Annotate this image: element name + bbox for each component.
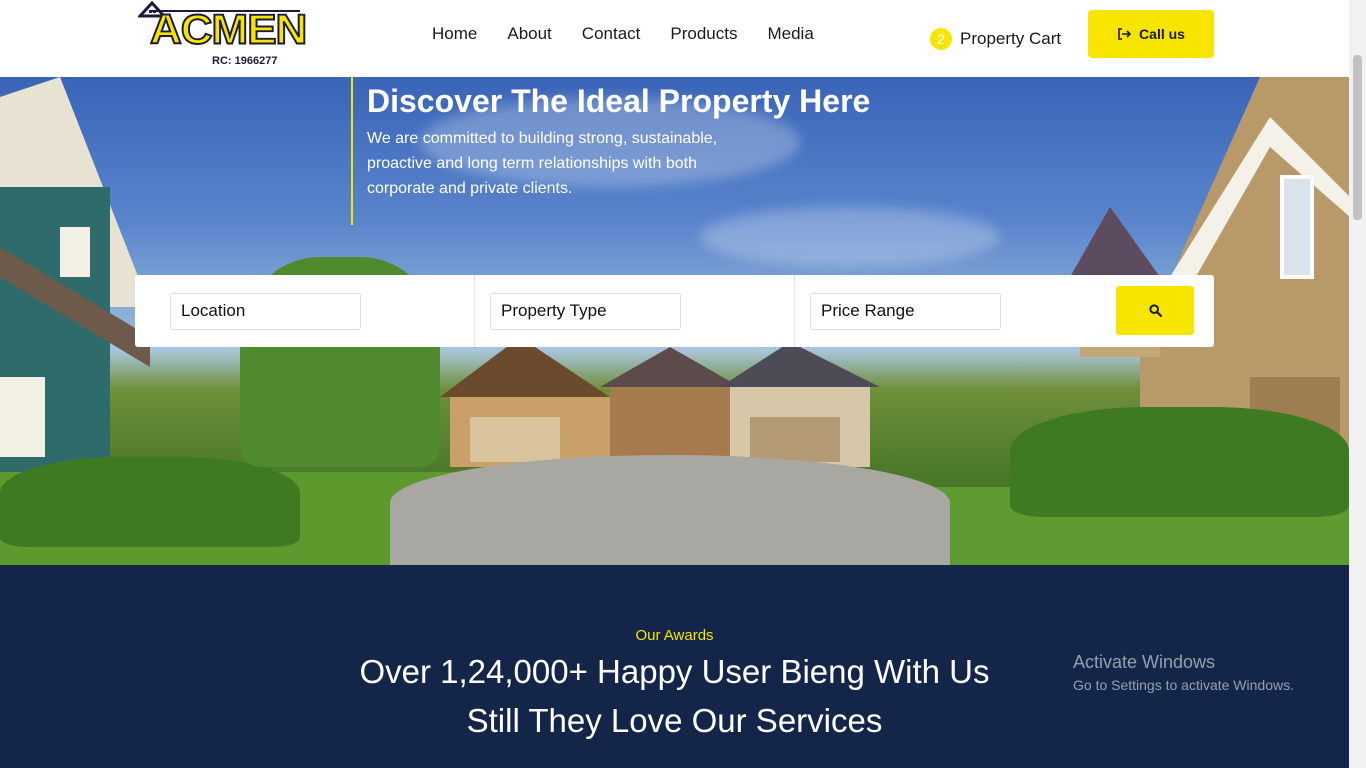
hero-section: Discover The Ideal Property Here We are … bbox=[0, 77, 1349, 565]
nav-home[interactable]: Home bbox=[432, 24, 477, 44]
hedge bbox=[1010, 407, 1349, 517]
scrollbar-thumb[interactable] bbox=[1353, 55, 1362, 220]
house-center-illustration bbox=[440, 337, 880, 467]
hero-text-block: Discover The Ideal Property Here We are … bbox=[351, 77, 870, 225]
price-range-input[interactable] bbox=[810, 292, 1001, 330]
site-header: ACMEN RC: 1966277 Home About Contact Pro… bbox=[0, 0, 1349, 77]
logo-wordmark: ACMEN bbox=[149, 6, 308, 53]
watermark-title: Activate Windows bbox=[1073, 652, 1216, 672]
watermark-subtitle: Go to Settings to activate Windows. bbox=[1073, 677, 1294, 693]
price-range-cell bbox=[795, 275, 1115, 347]
cart-count-badge: 2 bbox=[930, 28, 952, 50]
hedge bbox=[0, 457, 300, 547]
call-us-label: Call us bbox=[1139, 26, 1185, 42]
brand-logo[interactable]: ACMEN RC: 1966277 bbox=[136, 0, 308, 70]
property-type-cell bbox=[475, 275, 795, 347]
property-type-input[interactable] bbox=[490, 292, 681, 330]
logo-rc-number: RC: 1966277 bbox=[212, 55, 278, 67]
hero-subtitle: We are committed to building strong, sus… bbox=[367, 130, 718, 197]
location-input[interactable] bbox=[170, 292, 361, 330]
nav-contact[interactable]: Contact bbox=[582, 24, 641, 44]
search-icon bbox=[1148, 304, 1162, 317]
location-cell bbox=[135, 275, 475, 347]
cart-label: Property Cart bbox=[960, 29, 1062, 48]
page-scrollbar[interactable] bbox=[1349, 0, 1366, 768]
driveway bbox=[390, 455, 950, 565]
search-button[interactable] bbox=[1116, 286, 1194, 335]
activate-windows-watermark: Activate Windows Go to Settings to activ… bbox=[1073, 652, 1294, 693]
sign-out-icon bbox=[1118, 28, 1132, 40]
main-nav: Home About Contact Products Media bbox=[432, 24, 844, 44]
call-us-button[interactable]: Call us bbox=[1088, 10, 1214, 58]
page: ACMEN RC: 1966277 Home About Contact Pro… bbox=[0, 0, 1366, 768]
awards-heading-line2: Still They Love Our Services bbox=[466, 702, 883, 739]
property-cart[interactable]: 2 Property Cart bbox=[930, 28, 1061, 50]
property-search-bar bbox=[135, 275, 1214, 347]
nav-about[interactable]: About bbox=[507, 24, 551, 44]
awards-kicker: Our Awards bbox=[635, 627, 714, 644]
nav-products[interactable]: Products bbox=[670, 24, 737, 44]
hero-title: Discover The Ideal Property Here bbox=[367, 83, 871, 119]
nav-media[interactable]: Media bbox=[767, 24, 813, 44]
